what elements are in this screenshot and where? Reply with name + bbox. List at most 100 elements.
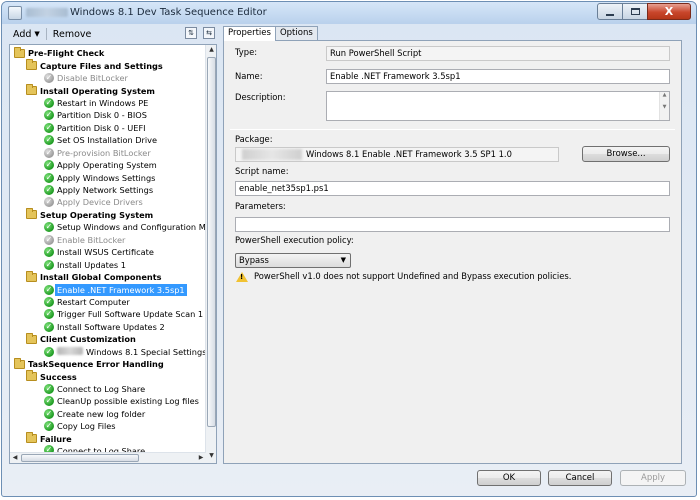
hscroll-thumb[interactable] xyxy=(21,454,139,462)
checkmark-icon: ✓ xyxy=(44,296,54,307)
folder-icon xyxy=(26,84,37,96)
package-field: Windows 8.1 Enable .NET Framework 3.5 SP… xyxy=(235,147,559,162)
maximize-button[interactable] xyxy=(622,3,648,20)
tree-step-item[interactable]: ✓ Restart Computer xyxy=(10,296,206,308)
scroll-up-icon[interactable]: ▲ xyxy=(207,46,216,56)
tree-step-item[interactable]: ✓ Enable .NET Framework 3.5sp1 xyxy=(10,283,206,296)
tree-group-item[interactable]: TaskSequence Error Handling xyxy=(10,357,206,370)
tree-group-item[interactable]: Client Customization xyxy=(10,332,206,345)
tree-step-item[interactable]: ✓ Copy Log Files xyxy=(10,420,206,432)
name-label: Name: xyxy=(235,71,263,81)
tree-step-item[interactable]: ✓ Install Software Updates 2 xyxy=(10,321,206,333)
tree-item-text: Pre-provision BitLocker xyxy=(57,147,151,158)
warning-icon: ! xyxy=(236,272,248,282)
tree-step-item[interactable]: ✓ Trigger Full Software Update Scan 1 xyxy=(10,308,206,320)
minimize-icon xyxy=(606,13,614,16)
script-name-field[interactable]: enable_net35sp1.ps1 xyxy=(235,181,670,196)
tree-group-item[interactable]: Install Operating System xyxy=(10,84,206,96)
remove-button[interactable]: Remove xyxy=(49,29,96,40)
tree-group-item[interactable]: Setup Operating System xyxy=(10,208,206,221)
tree-item-label: Install Software Updates 2 xyxy=(57,321,165,333)
tree-horizontal-scrollbar[interactable]: ◀ ▶ xyxy=(10,452,206,463)
parameters-field[interactable] xyxy=(235,217,670,232)
tree-item-text: Capture Files and Settings xyxy=(40,60,163,71)
tree-step-item[interactable]: ✓ Restart in Windows PE xyxy=(10,97,206,109)
browse-button[interactable]: Browse... xyxy=(582,146,670,162)
name-field[interactable]: Enable .NET Framework 3.5sp1 xyxy=(326,69,670,84)
tree-item-text: Partition Disk 0 - UEFI xyxy=(57,122,146,133)
checkmark-icon: ✓ xyxy=(44,384,54,395)
scroll-right-icon[interactable]: ▶ xyxy=(196,453,206,463)
tree-item-text: Apply Operating System xyxy=(57,160,157,171)
minimize-button[interactable] xyxy=(597,3,623,20)
script-name-label: Script name: xyxy=(235,166,289,176)
tree-item-label: Success xyxy=(40,371,77,383)
section-divider xyxy=(230,129,675,130)
tree-group-item[interactable]: Install Global Components xyxy=(10,270,206,283)
tree-step-item[interactable]: ✓ Apply Device Drivers xyxy=(10,196,206,208)
tree-item-label: Restart in Windows PE xyxy=(57,97,148,109)
tree-step-item[interactable]: ✓ Install Updates 1 xyxy=(10,258,206,270)
tree-group-item[interactable]: Capture Files and Settings xyxy=(10,59,206,71)
close-button[interactable]: X xyxy=(647,3,691,20)
tree-item-label: Disable BitLocker xyxy=(57,72,128,84)
tree-step-item[interactable]: ✓ Apply Windows Settings xyxy=(10,171,206,183)
tree-step-item[interactable]: ✓ Pre-provision BitLocker xyxy=(10,147,206,159)
tree-step-item[interactable]: ✓ Create new log folder xyxy=(10,408,206,420)
tree-step-item[interactable]: ✓ Partition Disk 0 - UEFI xyxy=(10,122,206,134)
tree-group-item[interactable]: Failure xyxy=(10,432,206,445)
tree-step-item[interactable]: ✓ Apply Network Settings xyxy=(10,184,206,196)
tree-item-text: Install Software Updates 2 xyxy=(57,321,165,332)
tree-step-item[interactable]: ✓ Disable BitLocker xyxy=(10,72,206,84)
chevron-down-icon: ▼ xyxy=(340,256,346,264)
tree-item-label: Client Customization xyxy=(40,333,136,345)
scroll-left-icon[interactable]: ◀ xyxy=(10,453,20,463)
checkmark-icon: ✓ xyxy=(44,147,54,158)
tree-item-text: Windows 8.1 Special Settings xyxy=(86,346,207,357)
move-up-icon[interactable]: ⇅ xyxy=(185,27,197,39)
task-sequence-tree[interactable]: Pre-Flight Check Capture Files and Settin… xyxy=(9,44,217,464)
tree-step-item[interactable]: ✓ Setup Windows and Configuration Mar xyxy=(10,221,214,233)
tree-group-item[interactable]: Success xyxy=(10,370,206,382)
tree-item-text: Partition Disk 0 - BIOS xyxy=(57,110,147,121)
execution-policy-select[interactable]: Bypass ▼ xyxy=(235,253,351,268)
apply-button[interactable]: Apply xyxy=(620,470,686,486)
tree-item-text: Restart Computer xyxy=(57,296,130,307)
tree-step-item[interactable]: ✓ Windows 8.1 Special Settings xyxy=(10,346,206,358)
tree-step-item[interactable]: ✓ Set OS Installation Drive xyxy=(10,134,206,146)
scroll-down-icon[interactable]: ▼ xyxy=(207,452,216,462)
tree-step-item[interactable]: ✓ CleanUp possible existing Log files xyxy=(10,395,206,407)
tree-step-item[interactable]: ✓ Apply Operating System xyxy=(10,159,206,171)
add-menu-button[interactable]: Add ▼ xyxy=(9,29,44,40)
tree-item-label: Pre-Flight Check xyxy=(28,47,104,59)
tree-item-text: Restart in Windows PE xyxy=(57,97,149,108)
tree-step-item[interactable]: ✓ Partition Disk 0 - BIOS xyxy=(10,109,206,121)
ok-button[interactable]: OK xyxy=(477,470,541,486)
tree-item-text: Client Customization xyxy=(40,334,136,345)
checkmark-icon: ✓ xyxy=(44,222,54,233)
tree-item-text: Connect to Log Share xyxy=(57,384,146,395)
cancel-button[interactable]: Cancel xyxy=(548,470,612,486)
tree-step-item[interactable]: ✓ Connect to Log Share xyxy=(10,383,206,395)
tab-properties[interactable]: Properties xyxy=(223,26,276,41)
move-down-icon[interactable]: ⇆ xyxy=(203,27,215,39)
folder-icon xyxy=(14,357,25,369)
title-bar[interactable]: Windows 8.1 Dev Task Sequence Editor X xyxy=(2,2,696,24)
checkmark-icon: ✓ xyxy=(44,396,54,407)
description-field[interactable]: ▲ ▼ xyxy=(326,91,670,121)
tree-toolbar: Add ▼ Remove ⇅ ⇆ xyxy=(9,26,217,42)
tree-item-label: Apply Operating System xyxy=(57,159,157,171)
tree-step-item[interactable]: ✓ Install WSUS Certificate xyxy=(10,246,206,258)
tree-item-label: Install Operating System xyxy=(40,85,155,97)
tree-group-item[interactable]: Pre-Flight Check xyxy=(10,46,206,59)
type-label: Type: xyxy=(235,47,258,57)
tree-step-item[interactable]: ✓ Enable BitLocker xyxy=(10,234,206,246)
tree-vertical-scrollbar[interactable]: ▲ ▼ xyxy=(205,45,216,463)
folder-icon xyxy=(26,270,37,282)
tab-options[interactable]: Options xyxy=(274,26,318,40)
scroll-thumb[interactable] xyxy=(207,57,216,427)
tree-item-text: TaskSequence Error Handling xyxy=(28,359,164,370)
tree-item-label: Apply Device Drivers xyxy=(57,196,143,208)
tree-item-text: Set OS Installation Drive xyxy=(57,135,158,146)
description-scrollbar[interactable]: ▲ ▼ xyxy=(659,92,669,120)
